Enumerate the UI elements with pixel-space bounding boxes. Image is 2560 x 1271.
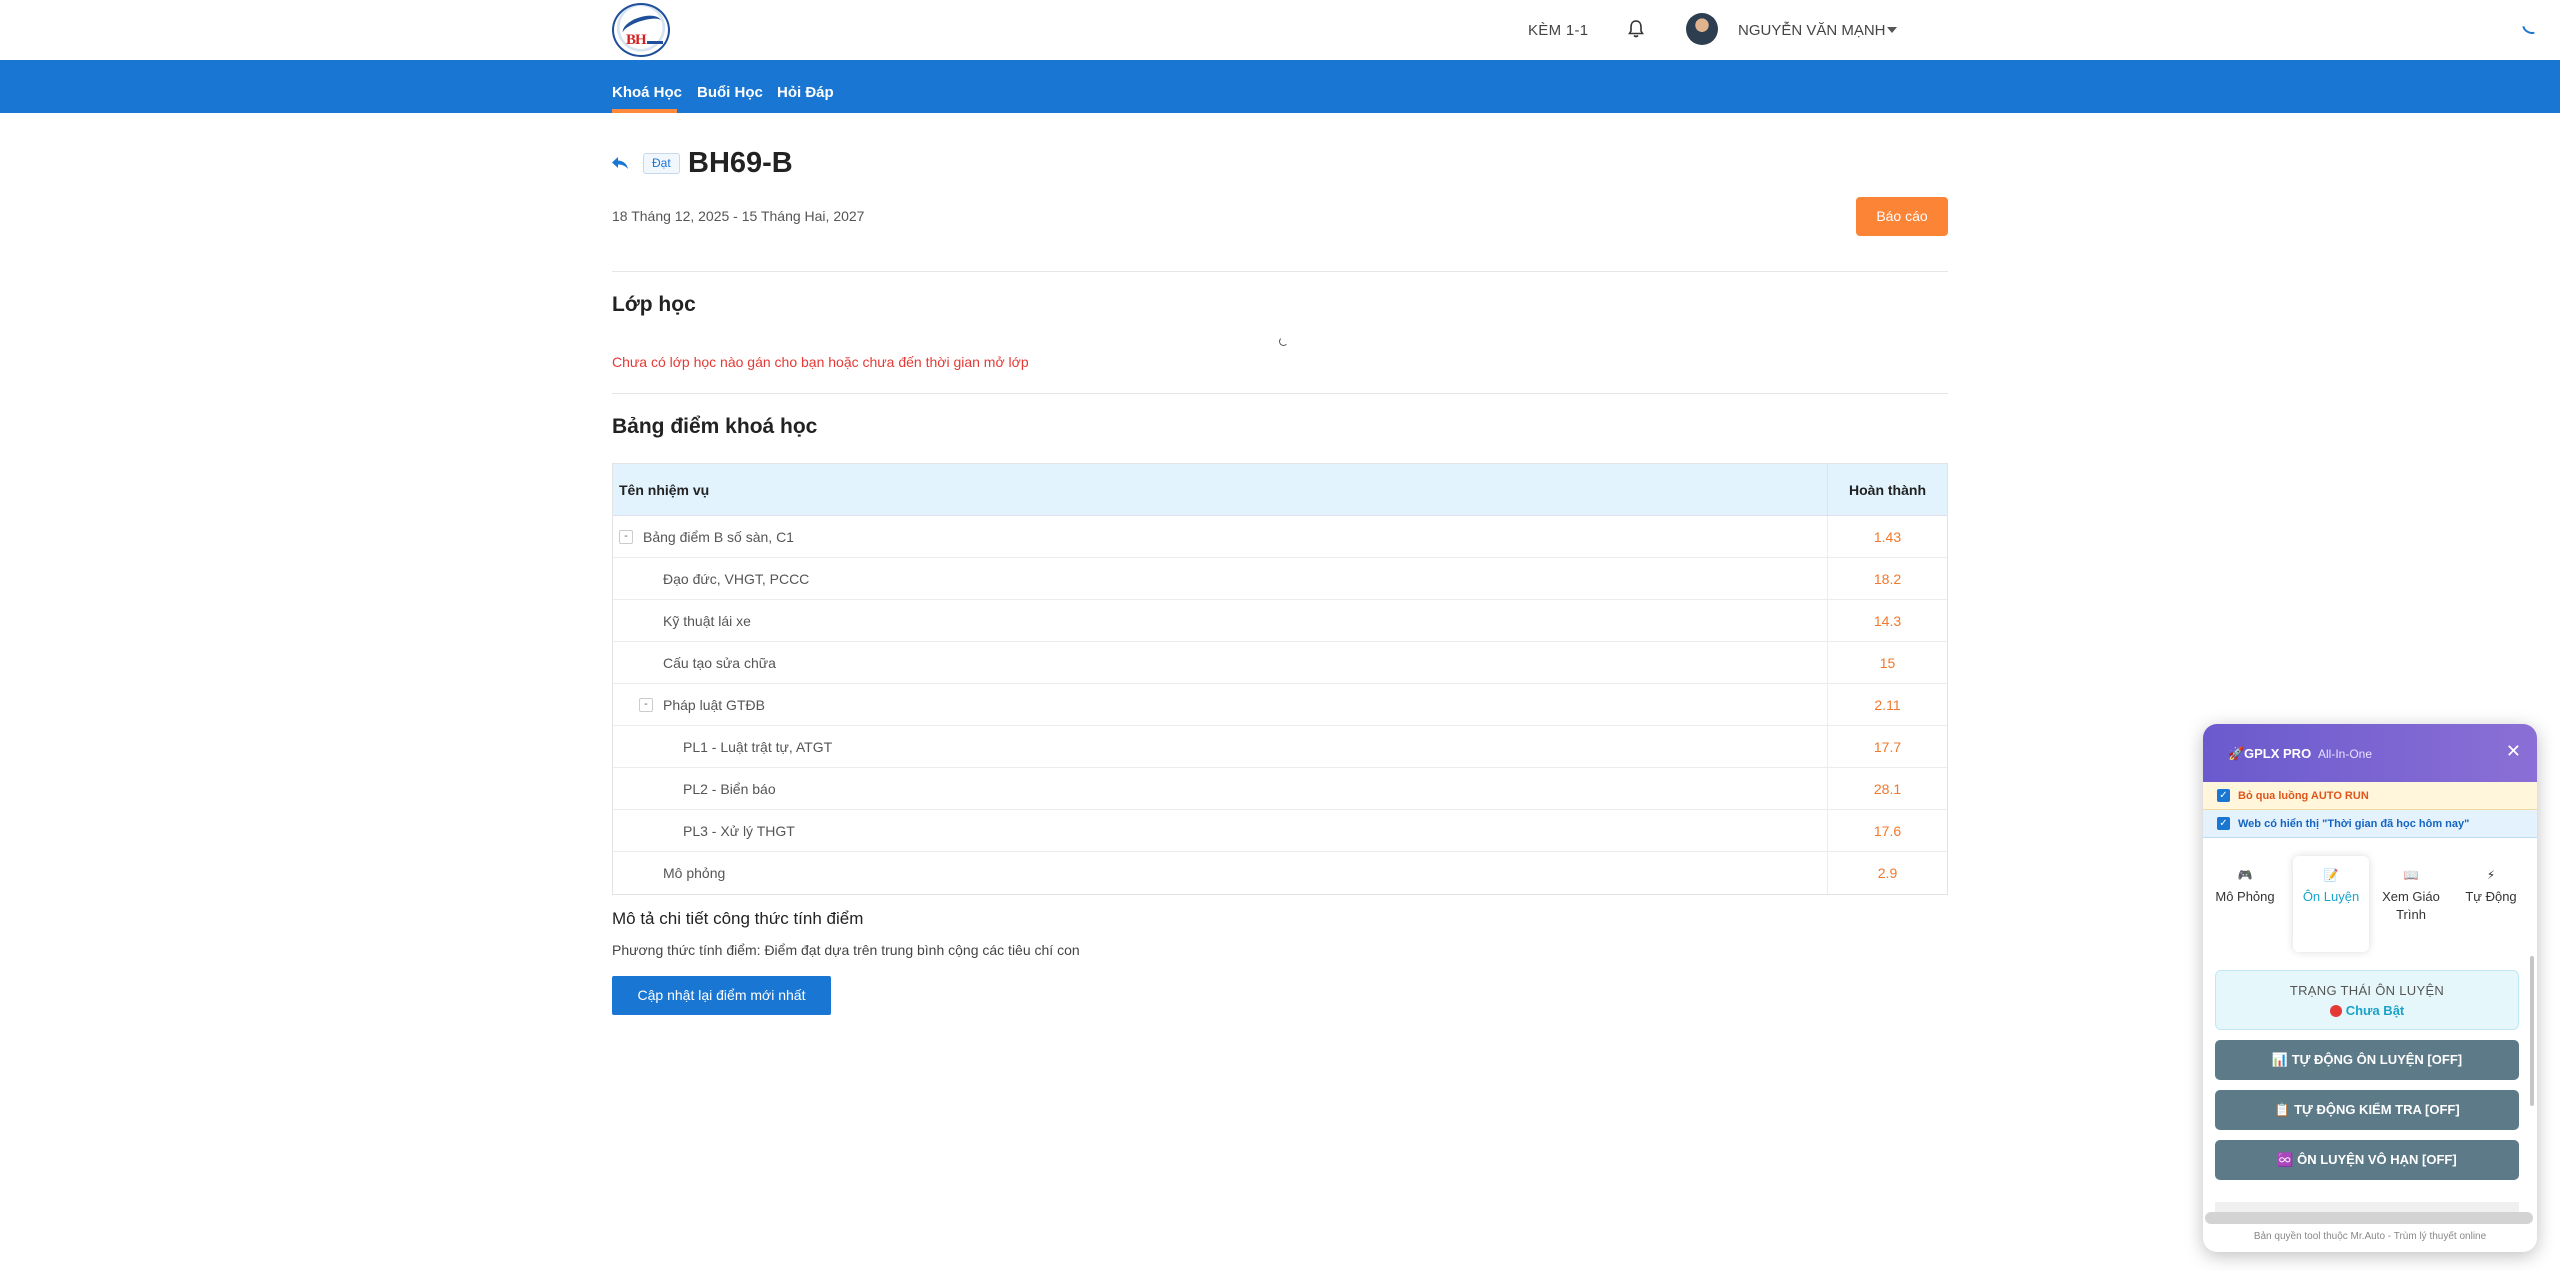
- task-name: Đạo đức, VHGT, PCCC: [663, 571, 810, 587]
- nav-active-indicator: [612, 109, 677, 113]
- formula-description: Phương thức tính điểm: Điểm đạt dựa trên…: [612, 942, 1080, 958]
- autorun-checkbox-row[interactable]: ✓ Bỏ qua luồng AUTO RUN: [2203, 782, 2537, 810]
- task-score: 17.6: [1827, 810, 1947, 851]
- table-row: - Pháp luật GTĐB 2.11: [613, 684, 1947, 726]
- horizontal-scrollbar[interactable]: [2205, 1212, 2533, 1224]
- gplx-tool-panel: 🚀 GPLX PRO All-In-One ✕ ✓ Bỏ qua luồng A…: [2203, 724, 2537, 1252]
- tab-on-luyen[interactable]: 📝 Ôn Luyện: [2293, 856, 2369, 952]
- course-title: BH69-B: [688, 147, 793, 179]
- task-name: Bảng điểm B số sàn, C1: [643, 529, 794, 545]
- status-title: TRẠNG THÁI ÔN LUYỆN: [2289, 983, 2445, 998]
- book-icon: 📖: [2403, 868, 2419, 882]
- task-score: 2.11: [1827, 684, 1947, 725]
- table-row: PL2 - Biển báo 28.1: [613, 768, 1947, 810]
- user-avatar[interactable]: [1686, 13, 1718, 45]
- table-row: Kỹ thuật lái xe 14.3: [613, 600, 1947, 642]
- grades-table: Tên nhiệm vụ Hoàn thành - Bảng điểm B số …: [612, 463, 1948, 895]
- vertical-scrollbar[interactable]: [2530, 956, 2534, 1106]
- task-score: 17.7: [1827, 726, 1947, 767]
- task-name: Cấu tạo sửa chữa: [663, 655, 776, 671]
- autorun-checkbox-label: Bỏ qua luồng AUTO RUN: [2238, 790, 2369, 802]
- task-score: 28.1: [1827, 768, 1947, 809]
- back-arrow-icon[interactable]: [611, 155, 629, 171]
- tab-tu-dong[interactable]: ⚡ Tự Động: [2453, 856, 2529, 952]
- notification-bell-icon[interactable]: [1627, 19, 1645, 39]
- loading-spinner-icon: [1279, 337, 1288, 346]
- no-class-message: Chưa có lớp học nào gán cho bạn hoặc chư…: [612, 354, 1029, 370]
- practice-status-box: TRẠNG THÁI ÔN LUYỆN Chưa Bật: [2215, 970, 2519, 1030]
- auto-test-button[interactable]: 📋 TỰ ĐỘNG KIỂM TRA [OFF]: [2215, 1090, 2519, 1130]
- task-name: Kỹ thuật lái xe: [663, 613, 751, 629]
- table-row: Mô phỏng 2.9: [613, 852, 1947, 894]
- task-name: Mô phỏng: [663, 865, 726, 881]
- task-name: Pháp luật GTĐB: [663, 697, 765, 713]
- table-row: Đạo đức, VHGT, PCCC 18.2: [613, 558, 1947, 600]
- tool-panel-header: 🚀 GPLX PRO All-In-One ✕: [2203, 724, 2537, 782]
- task-score: 18.2: [1827, 558, 1947, 599]
- table-row: - Bảng điểm B số sàn, C1 1.43: [613, 516, 1947, 558]
- checkbox-checked-icon[interactable]: ✓: [2217, 817, 2230, 830]
- status-value: Chưa Bật: [2216, 1003, 2518, 1018]
- task-score: 1.43: [1827, 516, 1947, 557]
- update-scores-button[interactable]: Cập nhật lại điểm mới nhất: [612, 976, 831, 1015]
- table-row: Cấu tạo sửa chữa 15: [613, 642, 1947, 684]
- time-display-checkbox-row[interactable]: ✓ Web có hiển thị "Thời gian đã học hôm …: [2203, 810, 2537, 838]
- lightning-icon: ⚡: [2486, 868, 2496, 882]
- memo-icon: 📝: [2323, 868, 2339, 882]
- task-name: PL2 - Biển báo: [683, 781, 776, 797]
- divider: [612, 393, 1948, 394]
- course-date-range: 18 Tháng 12, 2025 - 15 Tháng Hai, 2027: [612, 208, 865, 224]
- task-name: PL1 - Luật trật tự, ATGT: [683, 739, 833, 755]
- tool-tabs: 🎮 Mô Phỏng 📝 Ôn Luyện 📖 Xem Giáo Trình ⚡…: [2203, 850, 2537, 952]
- task-name: PL3 - Xử lý THGT: [683, 823, 795, 839]
- collapse-toggle-icon[interactable]: -: [639, 698, 653, 712]
- kem-1-1-link[interactable]: KÈM 1-1: [1528, 22, 1588, 39]
- time-display-checkbox-label: Web có hiển thị "Thời gian đã học hôm na…: [2238, 818, 2470, 830]
- grades-section-title: Bảng điểm khoá học: [612, 415, 818, 438]
- tool-footer-copyright: Bản quyền tool thuộc Mr.Auto - Trùm lý t…: [2253, 1231, 2487, 1242]
- nav-item-buoi-hoc[interactable]: Buổi Học: [697, 84, 763, 101]
- status-badge: Đạt: [643, 153, 680, 174]
- task-score: 14.3: [1827, 600, 1947, 641]
- chevron-down-icon[interactable]: [1887, 27, 1897, 33]
- divider: [612, 271, 1948, 272]
- checkbox-checked-icon[interactable]: ✓: [2217, 789, 2230, 802]
- tool-subtitle: All-In-One: [2318, 747, 2373, 761]
- formula-title: Mô tả chi tiết công thức tính điểm: [612, 909, 864, 928]
- main-nav: Khoá Học Buổi Học Hỏi Đáp: [0, 60, 2560, 113]
- auto-practice-button[interactable]: 📊 TỰ ĐỘNG ÔN LUYỆN [OFF]: [2215, 1040, 2519, 1080]
- close-icon[interactable]: ✕: [2506, 741, 2521, 762]
- table-header: Tên nhiệm vụ Hoàn thành: [613, 464, 1947, 516]
- nav-item-khoa-hoc[interactable]: Khoá Học: [612, 84, 682, 101]
- classes-section-title: Lớp học: [612, 293, 696, 316]
- site-logo[interactable]: BH: [612, 3, 670, 57]
- tab-xem-giao-trinh[interactable]: 📖 Xem Giáo Trình: [2373, 856, 2449, 952]
- tool-brand: GPLX PRO: [2244, 746, 2312, 761]
- report-button[interactable]: Báo cáo: [1856, 197, 1948, 236]
- task-score: 15: [1827, 642, 1947, 683]
- collapse-toggle-icon[interactable]: -: [619, 530, 633, 544]
- nav-item-hoi-dap[interactable]: Hỏi Đáp: [777, 84, 834, 101]
- top-header: BH KÈM 1-1 NGUYỄN VĂN MẠNH: [0, 0, 2560, 60]
- table-row: PL3 - Xử lý THGT 17.6: [613, 810, 1947, 852]
- unlimited-practice-button[interactable]: ♾️ ÔN LUYỆN VÔ HẠN [OFF]: [2215, 1140, 2519, 1180]
- user-menu-name[interactable]: NGUYỄN VĂN MẠNH: [1738, 22, 1886, 39]
- task-score: 2.9: [1827, 852, 1947, 894]
- game-icon: 🎮: [2237, 868, 2253, 882]
- column-header-completion: Hoàn thành: [1827, 464, 1947, 515]
- table-row: PL1 - Luật trật tự, ATGT 17.7: [613, 726, 1947, 768]
- red-dot-icon: [2329, 1005, 2342, 1017]
- rocket-icon: 🚀: [2228, 746, 2245, 761]
- tab-mo-phong[interactable]: 🎮 Mô Phỏng: [2207, 856, 2283, 952]
- column-header-task: Tên nhiệm vụ: [619, 482, 710, 498]
